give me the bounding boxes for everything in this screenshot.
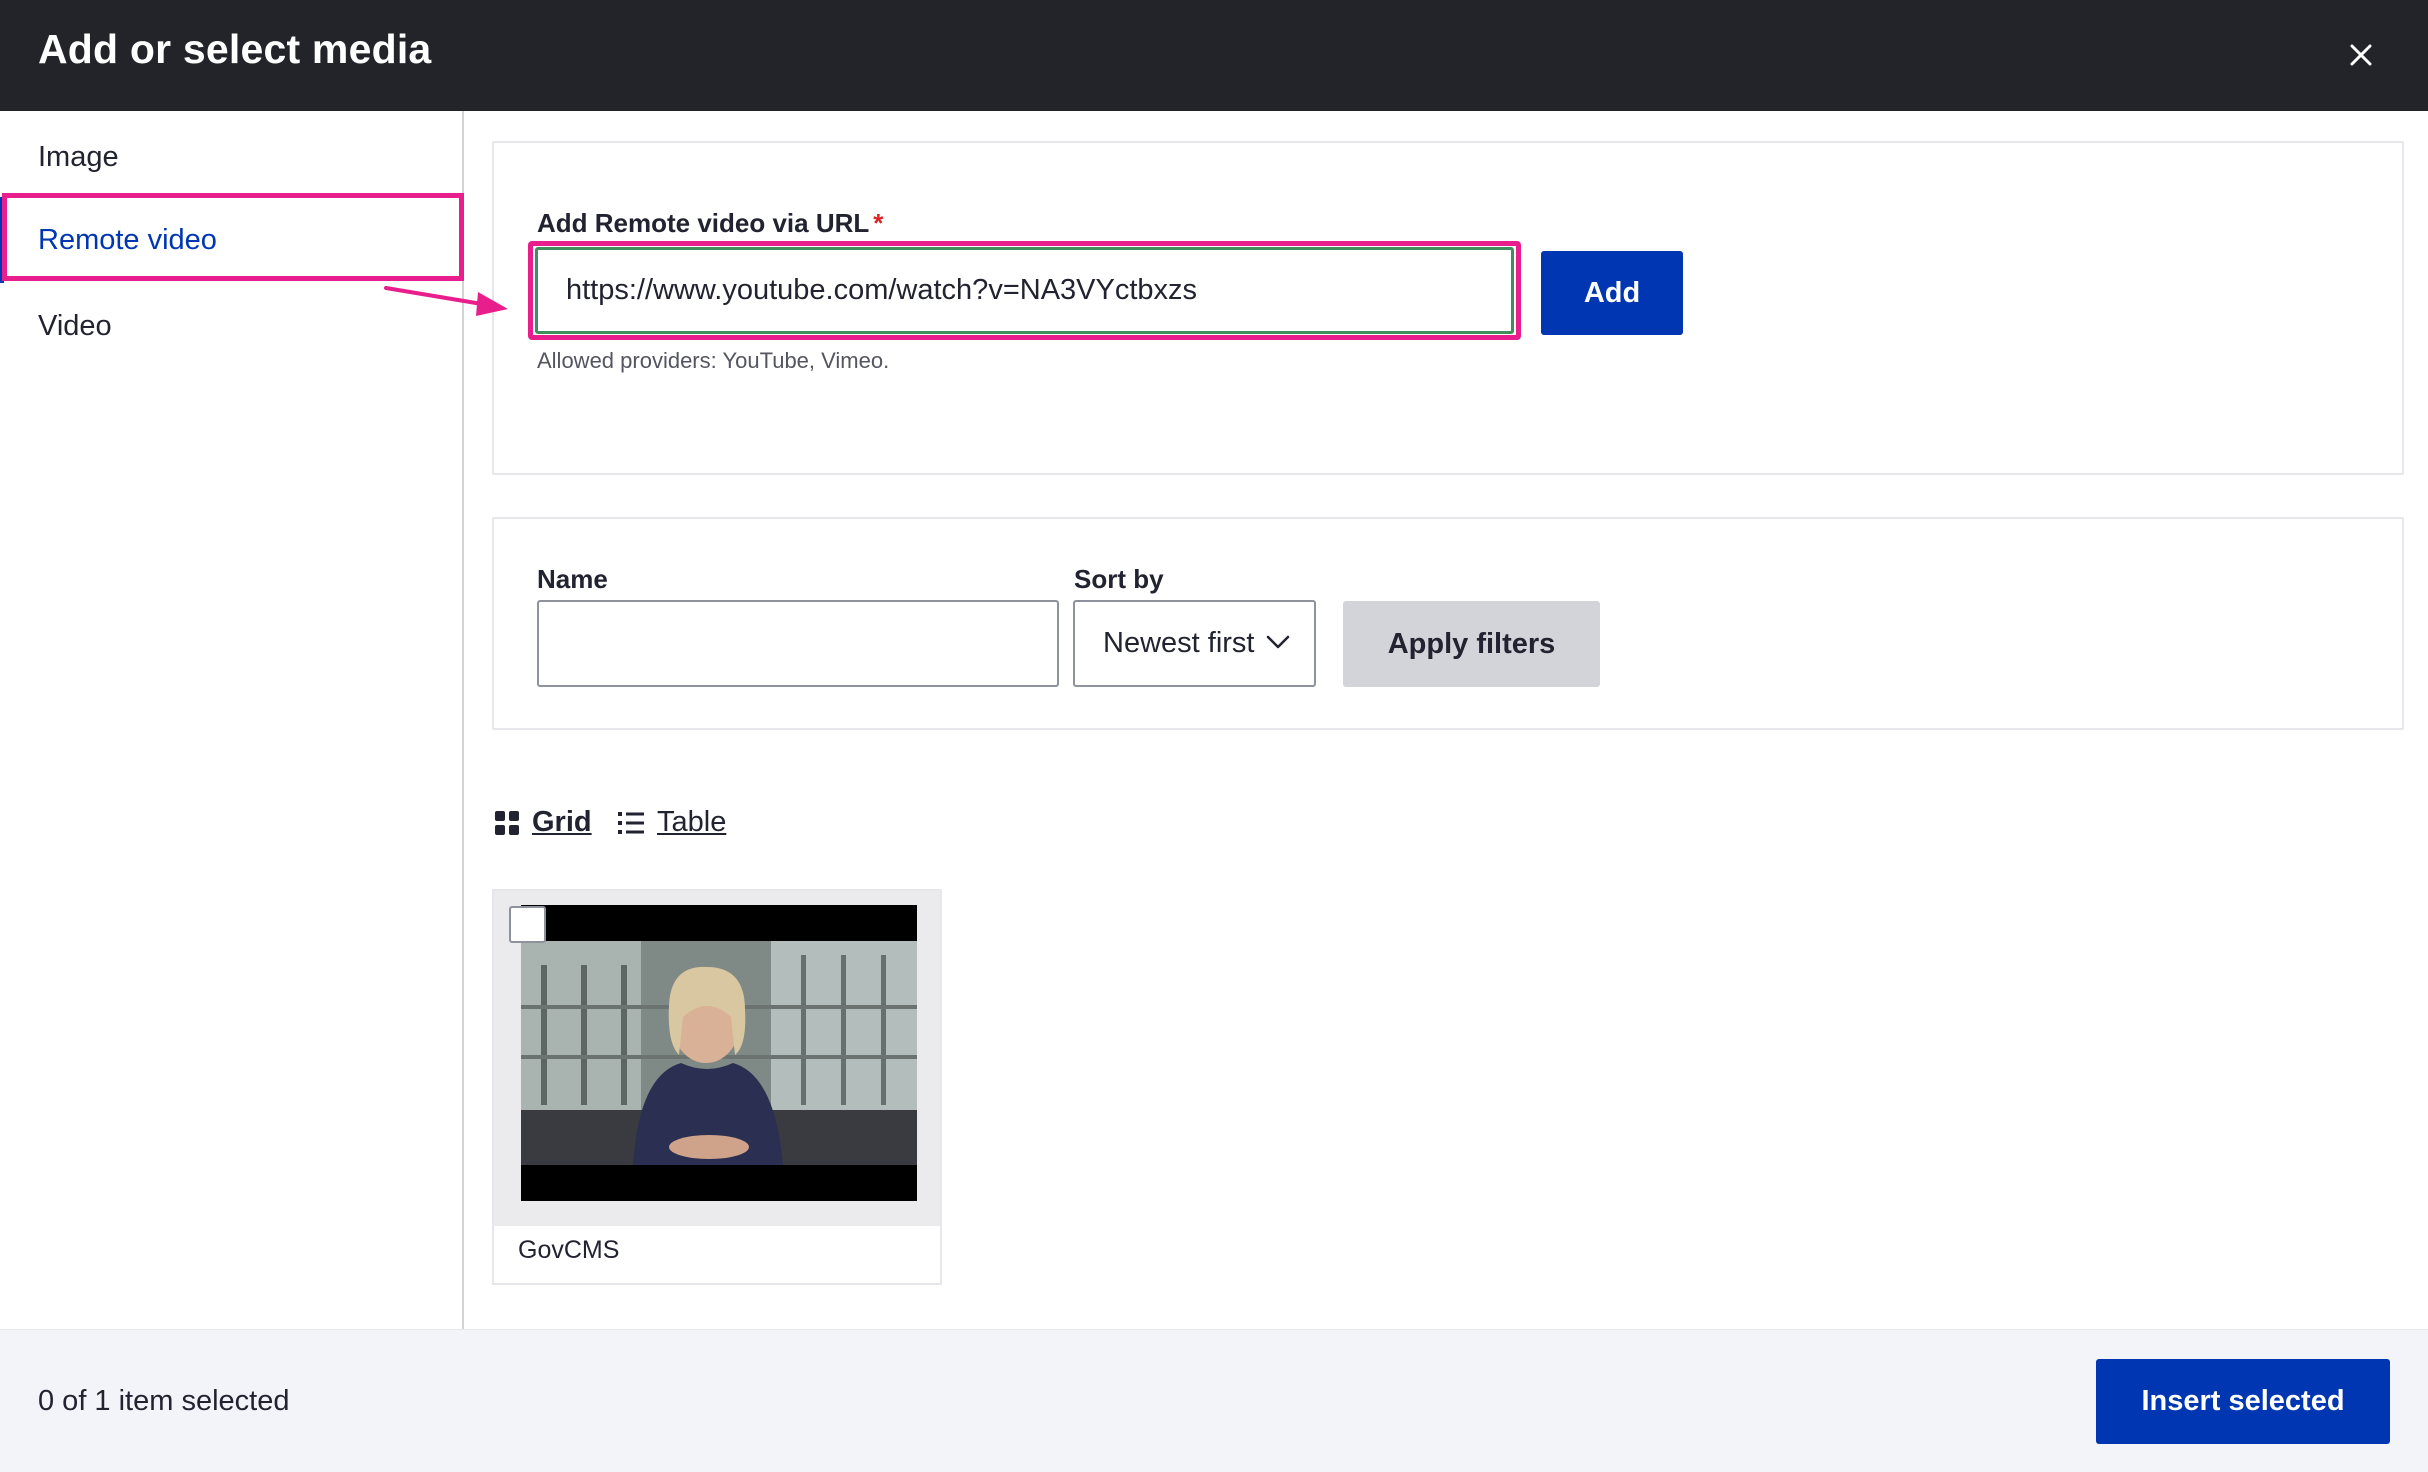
media-item-checkbox[interactable] bbox=[509, 906, 546, 943]
selection-status: 0 of 1 item selected bbox=[38, 1385, 290, 1417]
dialog-footer: 0 of 1 item selected Insert selected bbox=[0, 1329, 2428, 1472]
video-thumbnail bbox=[521, 905, 917, 1201]
table-view-label: Table bbox=[657, 806, 727, 838]
media-dialog: Add or select media Image Remote video V… bbox=[0, 0, 2428, 1472]
table-view-link[interactable]: Table bbox=[617, 806, 726, 839]
url-field-label: Add Remote video via URL * bbox=[537, 208, 883, 239]
url-help-text: Allowed providers: YouTube, Vimeo. bbox=[537, 348, 890, 373]
tab-image-label: Image bbox=[38, 140, 119, 173]
dialog-titlebar: Add or select media bbox=[0, 0, 2428, 111]
dialog-title: Add or select media bbox=[38, 26, 432, 72]
media-type-tabs: Image Remote video Video bbox=[0, 111, 464, 1329]
media-item-card[interactable]: GovCMS bbox=[492, 889, 942, 1285]
url-input[interactable] bbox=[535, 247, 1514, 334]
tab-remote-video-label: Remote video bbox=[38, 223, 217, 256]
tab-video[interactable]: Video bbox=[0, 283, 462, 369]
name-filter-label: Name bbox=[537, 564, 608, 594]
required-marker: * bbox=[873, 208, 884, 238]
media-thumbnail-frame bbox=[494, 891, 940, 1226]
close-icon bbox=[2350, 44, 2372, 66]
name-filter-input[interactable] bbox=[537, 600, 1059, 687]
apply-filters-button[interactable]: Apply filters bbox=[1343, 601, 1600, 687]
chevron-down-icon bbox=[1266, 635, 1290, 649]
grid-view-label: Grid bbox=[532, 806, 592, 838]
tab-remote-video[interactable]: Remote video bbox=[0, 197, 462, 283]
grid-icon bbox=[495, 810, 519, 835]
url-field-label-text: Add Remote video via URL bbox=[537, 208, 870, 238]
media-item-name: GovCMS bbox=[494, 1226, 644, 1283]
thumbnail-image bbox=[521, 905, 917, 1201]
insert-selected-button[interactable]: Insert selected bbox=[2096, 1359, 2390, 1444]
grid-view-link[interactable]: Grid bbox=[494, 806, 592, 839]
add-button[interactable]: Add bbox=[1541, 251, 1683, 335]
tab-image[interactable]: Image bbox=[0, 114, 462, 200]
list-icon bbox=[618, 811, 644, 834]
sort-by-value: Newest first bbox=[1103, 627, 1255, 659]
tab-video-label: Video bbox=[38, 309, 112, 342]
close-button[interactable] bbox=[2336, 30, 2386, 80]
sort-by-select[interactable]: Newest first bbox=[1073, 600, 1316, 687]
sort-by-label: Sort by bbox=[1074, 564, 1164, 594]
